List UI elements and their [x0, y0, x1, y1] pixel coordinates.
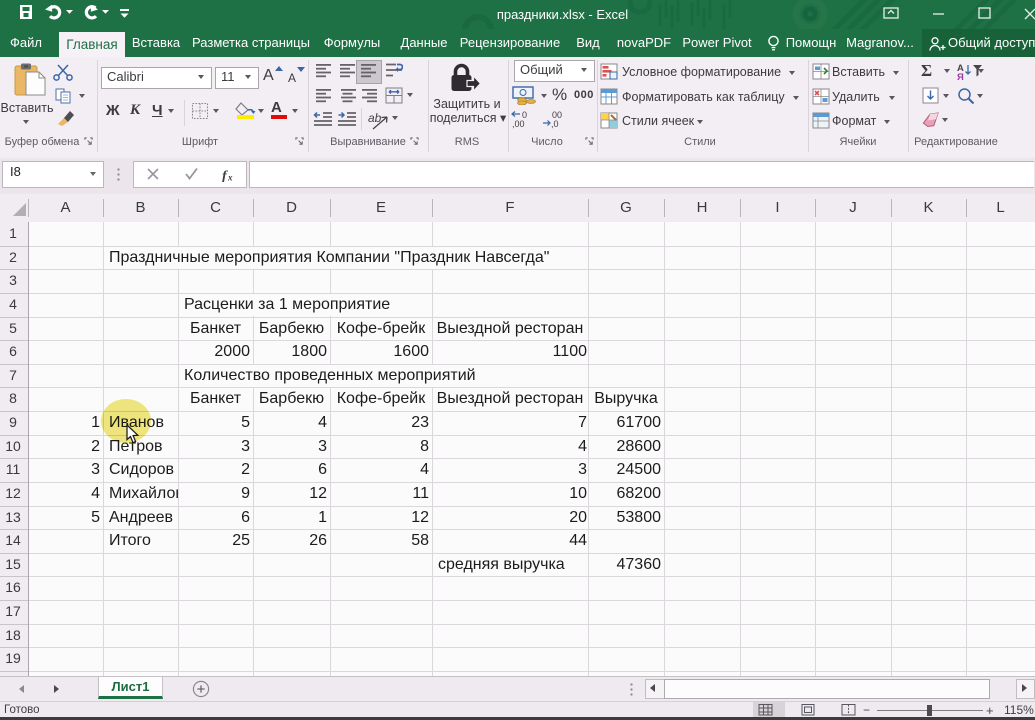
svg-text:Я: Я	[957, 72, 964, 81]
svg-text:,0: ,0	[551, 119, 559, 129]
svg-text:x: x	[227, 173, 233, 183]
svg-text:,00: ,00	[512, 119, 525, 129]
